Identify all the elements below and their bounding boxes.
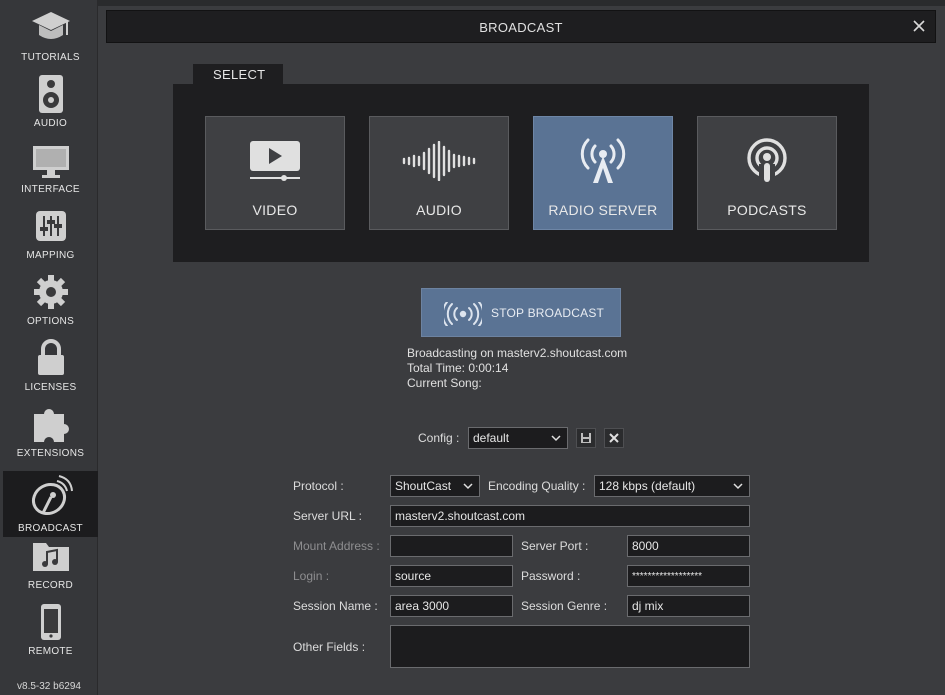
server-port-input[interactable]: 8000: [627, 535, 750, 557]
sliders-icon: [3, 204, 98, 248]
select-panel: VIDEO AUDIO RADIO SERVER PODCASTS: [173, 84, 869, 262]
protocol-select[interactable]: ShoutCast: [390, 475, 480, 497]
sidebar-item-broadcast[interactable]: BROADCAST: [3, 471, 98, 537]
sidebar-item-label: OPTIONS: [26, 316, 75, 327]
current-song: Current Song:: [407, 376, 482, 390]
version-label: v8.5-32 b6294: [17, 681, 81, 692]
config-value: default: [473, 431, 510, 445]
broadcast-signal-icon: [441, 301, 485, 331]
close-icon: [913, 20, 925, 32]
sidebar-item-licenses[interactable]: LICENSES: [3, 332, 98, 396]
speaker-icon: [3, 72, 98, 116]
config-label: Config :: [418, 431, 460, 445]
podcast-icon: [698, 137, 836, 185]
tile-label: VIDEO: [252, 202, 298, 218]
close-button[interactable]: [909, 16, 929, 36]
password-label: Password :: [521, 569, 581, 583]
save-icon: [581, 433, 591, 443]
protocol-label: Protocol :: [293, 479, 344, 493]
waveform-icon: [370, 137, 508, 185]
lock-icon: [3, 336, 98, 380]
sidebar-item-label: INTERFACE: [21, 184, 80, 195]
total-time: Total Time: 0:00:14: [407, 361, 509, 375]
config-select[interactable]: default: [468, 427, 568, 449]
sidebar-item-options[interactable]: OPTIONS: [3, 266, 98, 330]
sidebar-item-interface[interactable]: INTERFACE: [3, 134, 98, 198]
save-config-button[interactable]: [576, 428, 596, 448]
top-strip: [98, 0, 945, 6]
server-url-input[interactable]: masterv2.shoutcast.com: [390, 505, 750, 527]
tile-audio[interactable]: AUDIO: [369, 116, 509, 230]
server-url-label: Server URL :: [293, 509, 362, 523]
server-port-label: Server Port :: [521, 539, 589, 553]
gear-icon: [3, 270, 98, 314]
graduation-cap-icon: [3, 6, 98, 50]
mount-address-label: Mount Address :: [293, 539, 380, 553]
tile-label: AUDIO: [416, 202, 462, 218]
sidebar-item-extensions[interactable]: EXTENSIONS: [3, 398, 98, 462]
session-genre-input[interactable]: dj mix: [627, 595, 750, 617]
close-icon: [609, 433, 619, 443]
sidebar-item-label: EXTENSIONS: [16, 448, 85, 459]
radio-tower-icon: [534, 137, 672, 185]
sidebar-item-label: TUTORIALS: [21, 52, 80, 63]
puzzle-icon: [3, 402, 98, 446]
tile-radio-server[interactable]: RADIO SERVER: [533, 116, 673, 230]
dialog-header: BROADCAST: [106, 10, 936, 43]
other-fields-textarea[interactable]: [390, 625, 750, 668]
sidebar-item-tutorials[interactable]: TUTORIALS: [3, 2, 98, 66]
sidebar-item-label: REMOTE: [28, 646, 73, 657]
tile-podcasts[interactable]: PODCASTS: [697, 116, 837, 230]
session-name-input[interactable]: area 3000: [390, 595, 513, 617]
chevron-down-icon: [463, 483, 473, 490]
chevron-down-icon: [733, 483, 743, 490]
page-title: BROADCAST: [479, 20, 563, 35]
other-fields-label: Other Fields :: [293, 640, 366, 654]
sidebar-item-label: RECORD: [27, 580, 74, 591]
sidebar-item-mapping[interactable]: MAPPING: [3, 200, 98, 264]
tile-video[interactable]: VIDEO: [205, 116, 345, 230]
video-play-icon: [206, 137, 344, 185]
mount-address-input[interactable]: [390, 535, 513, 557]
protocol-value: ShoutCast: [395, 479, 452, 493]
password-input[interactable]: ******************: [627, 565, 750, 587]
sidebar-item-record[interactable]: RECORD: [3, 530, 98, 594]
broadcast-status: Broadcasting on masterv2.shoutcast.com: [407, 346, 628, 360]
tile-label: PODCASTS: [727, 202, 807, 218]
select-tab: SELECT: [193, 64, 283, 85]
encoding-quality-label: Encoding Quality :: [488, 479, 586, 493]
satellite-dish-icon: [3, 475, 98, 519]
login-label: Login :: [293, 569, 330, 583]
phone-icon: [3, 600, 98, 644]
encoding-quality-select[interactable]: 128 kbps (default): [594, 475, 750, 497]
stop-broadcast-button[interactable]: STOP BROADCAST: [421, 288, 621, 337]
sidebar-item-label: MAPPING: [26, 250, 75, 261]
sidebar-item-label: LICENSES: [24, 382, 77, 393]
monitor-icon: [3, 138, 98, 182]
sidebar-item-audio[interactable]: AUDIO: [3, 68, 98, 132]
stop-broadcast-label: STOP BROADCAST: [491, 306, 605, 320]
encoding-quality-value: 128 kbps (default): [599, 479, 696, 493]
session-genre-label: Session Genre :: [521, 599, 608, 613]
chevron-down-icon: [551, 435, 561, 442]
sidebar: TUTORIALS AUDIO INTERFACE MAPPING OPTION…: [0, 0, 98, 695]
session-name-label: Session Name :: [293, 599, 378, 613]
tile-label: RADIO SERVER: [548, 202, 658, 218]
music-folder-icon: [3, 534, 98, 578]
delete-config-button[interactable]: [604, 428, 624, 448]
sidebar-item-label: AUDIO: [33, 118, 68, 129]
login-input[interactable]: source: [390, 565, 513, 587]
sidebar-item-remote[interactable]: REMOTE: [3, 596, 98, 660]
